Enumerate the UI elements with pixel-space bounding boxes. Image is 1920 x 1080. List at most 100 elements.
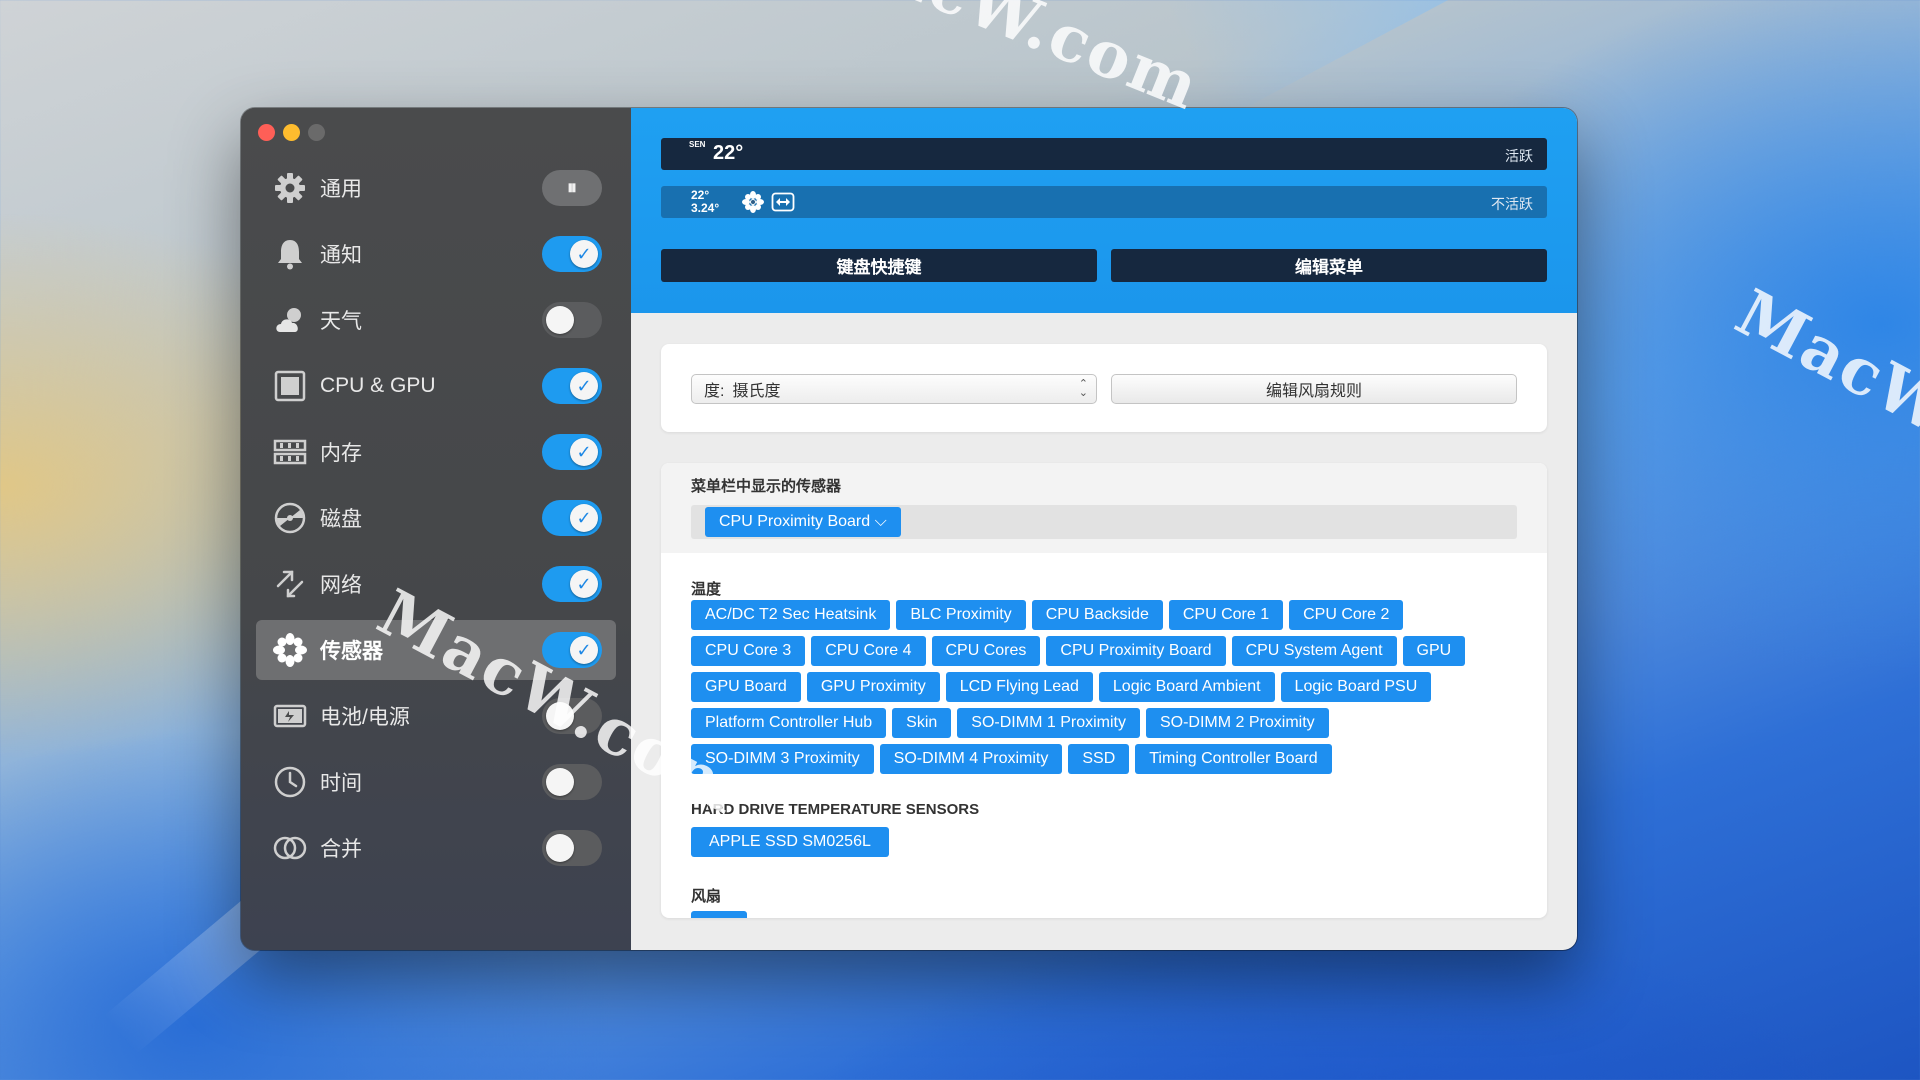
inactive-menubar-preview[interactable]: 22° 3.24° 不活跃 bbox=[661, 186, 1547, 218]
menubar-sensor-track[interactable]: CPU Proximity Board ⌵ bbox=[691, 505, 1517, 539]
sidebar-item-10[interactable]: 合并 bbox=[256, 818, 616, 878]
temperature-sensor-chip[interactable]: CPU Core 2 bbox=[1289, 600, 1404, 630]
app-window: 通用 ⏸ 通知 ✓ 天气 CPU & GPU ✓ 内存 ✓ 磁盘 ✓ 网络 ✓ 传感器 ✓ 电池/电源时间合并… bbox=[241, 108, 1577, 950]
enable-toggle[interactable] bbox=[542, 698, 602, 734]
temperature-sensor-chip[interactable]: GPU bbox=[1402, 636, 1466, 666]
checkmark-icon: ✓ bbox=[570, 504, 598, 532]
enable-toggle[interactable] bbox=[542, 764, 602, 800]
temperature-sensor-chip[interactable]: LCD Flying Lead bbox=[945, 672, 1093, 702]
temperature-sensor-chip[interactable]: SSD bbox=[1068, 744, 1130, 774]
fan-title: 风扇 bbox=[691, 888, 722, 905]
temperature-sensor-chip[interactable]: SO-DIMM 3 Proximity bbox=[691, 744, 874, 774]
sidebar-item-8[interactable]: 电池/电源 bbox=[256, 686, 616, 746]
temperature-sensor-chip[interactable]: Logic Board Ambient bbox=[1098, 672, 1275, 702]
close-window-button[interactable] bbox=[258, 124, 275, 141]
inactive-temp-line2: 3.24° bbox=[691, 201, 720, 215]
fan-sensor-chip[interactable] bbox=[691, 911, 747, 918]
sidebar-item-0[interactable]: 通用 ⏸ bbox=[256, 158, 616, 218]
enable-toggle[interactable]: ✓ bbox=[542, 236, 602, 272]
window-controls bbox=[258, 124, 325, 141]
active-state-label: 活跃 bbox=[1505, 148, 1533, 164]
temperature-sensor-chip[interactable]: Timing Controller Board bbox=[1135, 744, 1332, 774]
sensor-fan-icon bbox=[271, 631, 309, 669]
unit-select-prefix: 度: bbox=[704, 383, 725, 400]
memory-icon bbox=[271, 433, 309, 471]
pause-toggle[interactable]: ⏸ bbox=[542, 170, 602, 206]
sidebar-item-9[interactable]: 时间 bbox=[256, 752, 616, 812]
sidebar-item-label: 天气 bbox=[320, 310, 362, 333]
enable-toggle[interactable]: ✓ bbox=[542, 434, 602, 470]
temperature-sensor-chip[interactable]: CPU Core 3 bbox=[691, 636, 806, 666]
enable-toggle[interactable]: ✓ bbox=[542, 566, 602, 602]
sidebar-item-4[interactable]: 内存 ✓ bbox=[256, 422, 616, 482]
sidebar-item-label: 电池/电源 bbox=[320, 706, 410, 729]
menubar-preview-panel: SEN 22° 活跃 22° 3.24° 不活跃 键盘快捷键 编辑菜单 bbox=[631, 108, 1577, 313]
inactive-state-label: 不活跃 bbox=[1491, 196, 1533, 212]
temperature-sensor-chip[interactable]: SO-DIMM 4 Proximity bbox=[879, 744, 1063, 774]
temperature-sensor-chip[interactable]: GPU Board bbox=[691, 672, 801, 702]
watermark: MacW.com bbox=[810, 0, 1211, 126]
sidebar-item-2[interactable]: 天气 bbox=[256, 290, 616, 350]
weather-icon bbox=[271, 301, 309, 339]
sidebar-item-6[interactable]: 网络 ✓ bbox=[256, 554, 616, 614]
temperature-sensor-chip[interactable]: BLC Proximity bbox=[896, 600, 1026, 630]
temperature-sensor-chips: AC/DC T2 Sec Heatsink BLC Proximity CPU Ba… bbox=[691, 600, 1517, 774]
gear-icon bbox=[271, 169, 309, 207]
checkmark-icon: ✓ bbox=[570, 570, 598, 598]
battery-icon bbox=[271, 697, 309, 735]
sidebar-item-label: 传感器 bbox=[320, 640, 383, 663]
temperature-sensor-chip[interactable]: Skin bbox=[892, 708, 952, 738]
temperature-sensor-chip[interactable]: CPU Cores bbox=[931, 636, 1041, 666]
sidebar-item-7[interactable]: 传感器 ✓ bbox=[256, 620, 616, 680]
active-menubar-preview[interactable]: SEN 22° 活跃 bbox=[661, 138, 1547, 170]
temperature-sensor-chip[interactable]: CPU System Agent bbox=[1231, 636, 1397, 666]
checkmark-icon: ✓ bbox=[570, 636, 598, 664]
combine-icon bbox=[271, 829, 309, 867]
menubar-selected-sensor-chip[interactable]: CPU Proximity Board ⌵ bbox=[705, 507, 901, 537]
inactive-temperature-stack: 22° 3.24° bbox=[691, 189, 719, 215]
bell-icon bbox=[271, 235, 309, 273]
temperature-unit-select[interactable]: 度: 摄氏度 ⌃ ⌄ bbox=[691, 374, 1097, 404]
keyboard-shortcut-button[interactable]: 键盘快捷键 bbox=[661, 249, 1097, 282]
temperature-sensor-chip[interactable]: SO-DIMM 2 Proximity bbox=[1145, 708, 1329, 738]
fan-icon bbox=[742, 191, 764, 213]
sensors-card: 菜单栏中显示的传感器 CPU Proximity Board ⌵ 温度 AC/D… bbox=[661, 463, 1547, 918]
edit-fan-rules-button[interactable]: 编辑风扇规则 bbox=[1111, 374, 1517, 404]
wallpaper-streak bbox=[1135, 0, 1920, 119]
temperature-sensor-chip[interactable]: Platform Controller Hub bbox=[691, 708, 887, 738]
temperature-sensor-chip[interactable]: Logic Board PSU bbox=[1280, 672, 1432, 702]
sidebar-item-1[interactable]: 通知 ✓ bbox=[256, 224, 616, 284]
sidebar-nav: 通用 ⏸ 通知 ✓ 天气 CPU & GPU ✓ 内存 ✓ 磁盘 ✓ 网络 ✓ 传感器 ✓ 电池/电源时间合并 bbox=[256, 158, 616, 884]
temperature-sensor-chip[interactable]: CPU Proximity Board bbox=[1046, 636, 1226, 666]
enable-toggle[interactable]: ✓ bbox=[542, 500, 602, 536]
temperature-sensor-chip[interactable]: GPU Proximity bbox=[806, 672, 940, 702]
menubar-sensors-title: 菜单栏中显示的传感器 bbox=[691, 478, 842, 495]
temperature-sensor-chip[interactable]: AC/DC T2 Sec Heatsink bbox=[691, 600, 891, 630]
sidebar-item-label: 合并 bbox=[320, 838, 362, 861]
sidebar-item-3[interactable]: CPU & GPU ✓ bbox=[256, 356, 616, 416]
hard-drive-sensor-chip[interactable]: APPLE SSD SM0256L bbox=[691, 827, 889, 857]
enable-toggle[interactable]: ✓ bbox=[542, 368, 602, 404]
chip-icon bbox=[271, 367, 309, 405]
minimize-window-button[interactable] bbox=[283, 124, 300, 141]
zoom-window-button[interactable] bbox=[308, 124, 325, 141]
sensor-vertical-label: SEN bbox=[689, 140, 706, 149]
edit-menu-button[interactable]: 编辑菜单 bbox=[1111, 249, 1547, 282]
network-icon bbox=[271, 565, 309, 603]
enable-toggle[interactable]: ✓ bbox=[542, 632, 602, 668]
toggle-knob bbox=[546, 768, 574, 796]
temperature-sensor-chip[interactable]: CPU Backside bbox=[1031, 600, 1163, 630]
temperature-sensor-chip[interactable]: CPU Core 4 bbox=[811, 636, 926, 666]
menubar-sensor-section: 菜单栏中显示的传感器 CPU Proximity Board ⌵ bbox=[661, 463, 1547, 553]
toggle-knob bbox=[546, 702, 574, 730]
temperature-sensor-chip[interactable]: CPU Core 1 bbox=[1168, 600, 1284, 630]
enable-toggle[interactable] bbox=[542, 830, 602, 866]
temperature-sensor-chip[interactable]: SO-DIMM 1 Proximity bbox=[957, 708, 1140, 738]
expand-arrows-icon bbox=[771, 192, 795, 212]
enable-toggle[interactable] bbox=[542, 302, 602, 338]
toggle-knob bbox=[546, 834, 574, 862]
pause-icon: ⏸ bbox=[567, 176, 577, 199]
sidebar-item-label: 时间 bbox=[320, 772, 362, 795]
updown-chevron-icon: ⌃ ⌄ bbox=[1078, 378, 1088, 399]
sidebar-item-5[interactable]: 磁盘 ✓ bbox=[256, 488, 616, 548]
